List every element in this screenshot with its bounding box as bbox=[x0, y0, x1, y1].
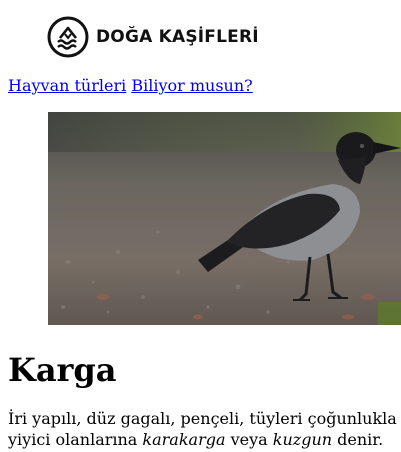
intro-text-part: denir. bbox=[332, 430, 384, 449]
site-header: DOĞA KAŞİFLERİ bbox=[47, 16, 259, 58]
mountain-waves-logo-icon[interactable] bbox=[47, 16, 89, 58]
nav-link-animal-species[interactable]: Hayvan türleri bbox=[8, 76, 126, 95]
crow-photo bbox=[48, 112, 401, 325]
intro-paragraph: İri yapılı, düz gagalı, pençeli, tüyleri… bbox=[8, 408, 401, 450]
emphasis-kuzgun: kuzgun bbox=[272, 430, 333, 449]
emphasis-karakarga: karakarga bbox=[142, 430, 226, 449]
intro-text-part: veya bbox=[225, 430, 273, 449]
nav-link-did-you-know[interactable]: Biliyor musun? bbox=[131, 76, 252, 95]
intro-text-part: yiyici olanlarına bbox=[8, 430, 143, 449]
page-title: Karga bbox=[8, 351, 117, 389]
intro-line-2: yiyici olanlarına karakarga veya kuzgun … bbox=[8, 429, 401, 450]
main-nav: Hayvan türleri Biliyor musun? bbox=[8, 76, 253, 96]
intro-line-1: İri yapılı, düz gagalı, pençeli, tüyleri… bbox=[8, 409, 401, 428]
brand-name[interactable]: DOĞA KAŞİFLERİ bbox=[96, 27, 259, 47]
